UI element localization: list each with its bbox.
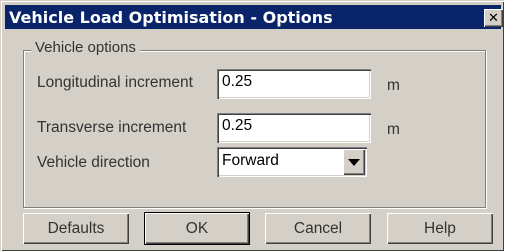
longitudinal-unit: m — [387, 77, 400, 94]
close-button[interactable]: ✕ — [484, 9, 503, 27]
longitudinal-increment-input[interactable]: 0.25 — [217, 69, 371, 99]
group-legend: Vehicle options — [31, 39, 140, 56]
transverse-increment-input[interactable]: 0.25 — [217, 113, 371, 143]
vehicle-direction-label: Vehicle direction — [37, 154, 150, 171]
transverse-increment-label: Transverse increment — [37, 119, 187, 136]
ok-button[interactable]: OK — [145, 213, 249, 244]
close-icon: ✕ — [488, 10, 499, 26]
vehicle-direction-value: Forward — [222, 152, 279, 169]
help-button[interactable]: Help — [387, 213, 493, 244]
dialog-title: Vehicle Load Optimisation - Options — [9, 8, 333, 27]
chevron-down-icon[interactable] — [343, 149, 365, 175]
transverse-unit: m — [387, 121, 400, 138]
cancel-button[interactable]: Cancel — [265, 213, 371, 244]
vehicle-direction-select[interactable]: Forward — [217, 147, 367, 177]
longitudinal-increment-label: Longitudinal increment — [37, 74, 193, 91]
title-bar[interactable]: Vehicle Load Optimisation - Options ✕ — [5, 5, 503, 29]
defaults-button[interactable]: Defaults — [23, 213, 129, 244]
options-dialog: Vehicle Load Optimisation - Options ✕ Ve… — [0, 0, 504, 251]
